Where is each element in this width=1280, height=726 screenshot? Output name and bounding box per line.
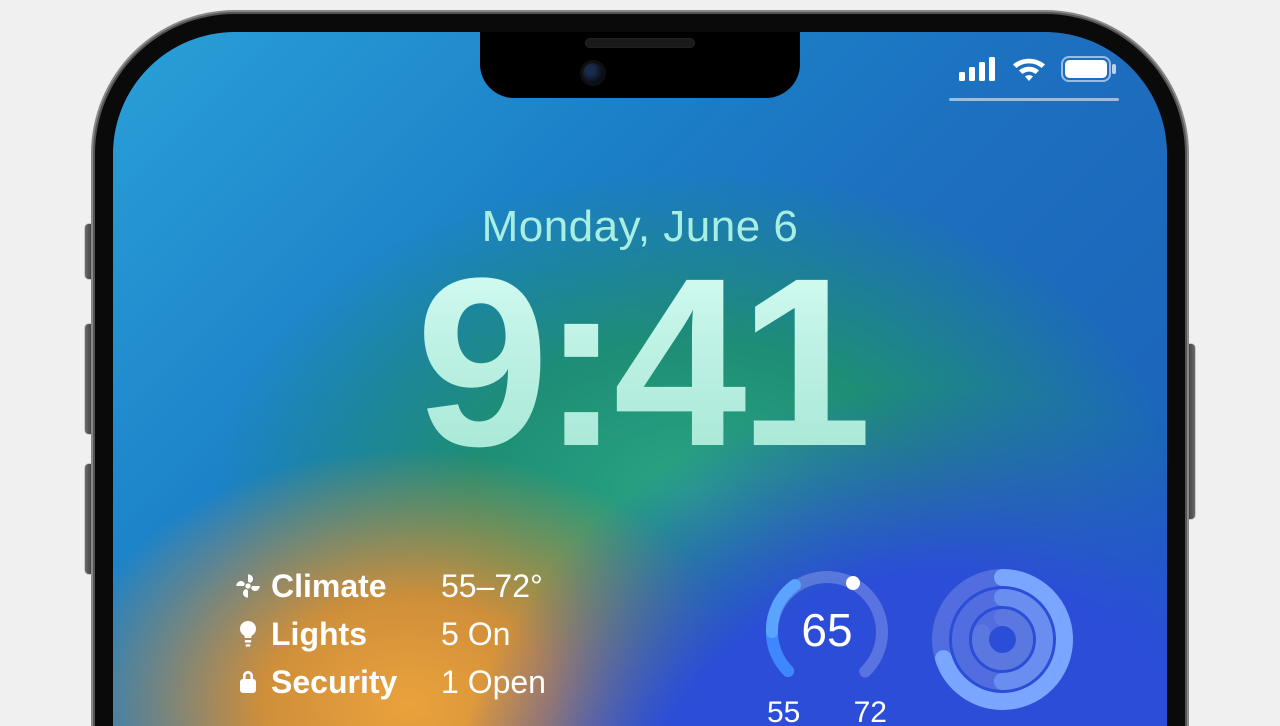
device-frame: Monday, June 6 9:41 xyxy=(95,14,1185,726)
bulb-icon xyxy=(233,620,263,648)
status-bar xyxy=(959,56,1117,82)
lock-icon xyxy=(233,668,263,696)
lockscreen-time[interactable]: 9:41 xyxy=(113,242,1167,482)
gauge-low-temp: 55 xyxy=(767,696,800,726)
home-value: 1 Open xyxy=(441,658,546,706)
home-summary-widget[interactable]: Climate 55–72° Lights 5 On xyxy=(233,562,546,706)
home-row-lights: Lights 5 On xyxy=(233,610,546,658)
home-value: 5 On xyxy=(441,610,546,658)
gauge-current-temp: 65 xyxy=(801,604,852,656)
display-notch xyxy=(480,32,800,98)
gauge-high-temp: 72 xyxy=(854,696,887,726)
weather-gauge-widget[interactable]: 65 55 72 xyxy=(737,562,917,726)
home-row-security: Security 1 Open xyxy=(233,658,546,706)
home-label: Security xyxy=(271,658,441,706)
home-label: Climate xyxy=(271,562,441,610)
cellular-signal-icon xyxy=(959,57,997,81)
ring-silent-switch[interactable] xyxy=(85,224,95,279)
fan-icon xyxy=(233,572,263,600)
front-camera-icon xyxy=(580,60,606,86)
lockscreen-widgets-row: Climate 55–72° Lights 5 On xyxy=(233,562,1087,726)
iphone-device: Monday, June 6 9:41 xyxy=(95,14,1185,726)
volume-down-button[interactable] xyxy=(85,464,95,574)
home-value: 55–72° xyxy=(441,562,546,610)
lock-screen[interactable]: Monday, June 6 9:41 xyxy=(113,32,1167,726)
wifi-icon xyxy=(1011,56,1047,82)
activity-rings-widget[interactable] xyxy=(917,562,1087,717)
home-label: Lights xyxy=(271,610,441,658)
home-row-climate: Climate 55–72° xyxy=(233,562,546,610)
battery-icon xyxy=(1061,56,1117,82)
status-bar-underline xyxy=(949,98,1119,101)
earpiece-speaker xyxy=(585,38,695,48)
volume-up-button[interactable] xyxy=(85,324,95,434)
side-power-button[interactable] xyxy=(1185,344,1195,519)
